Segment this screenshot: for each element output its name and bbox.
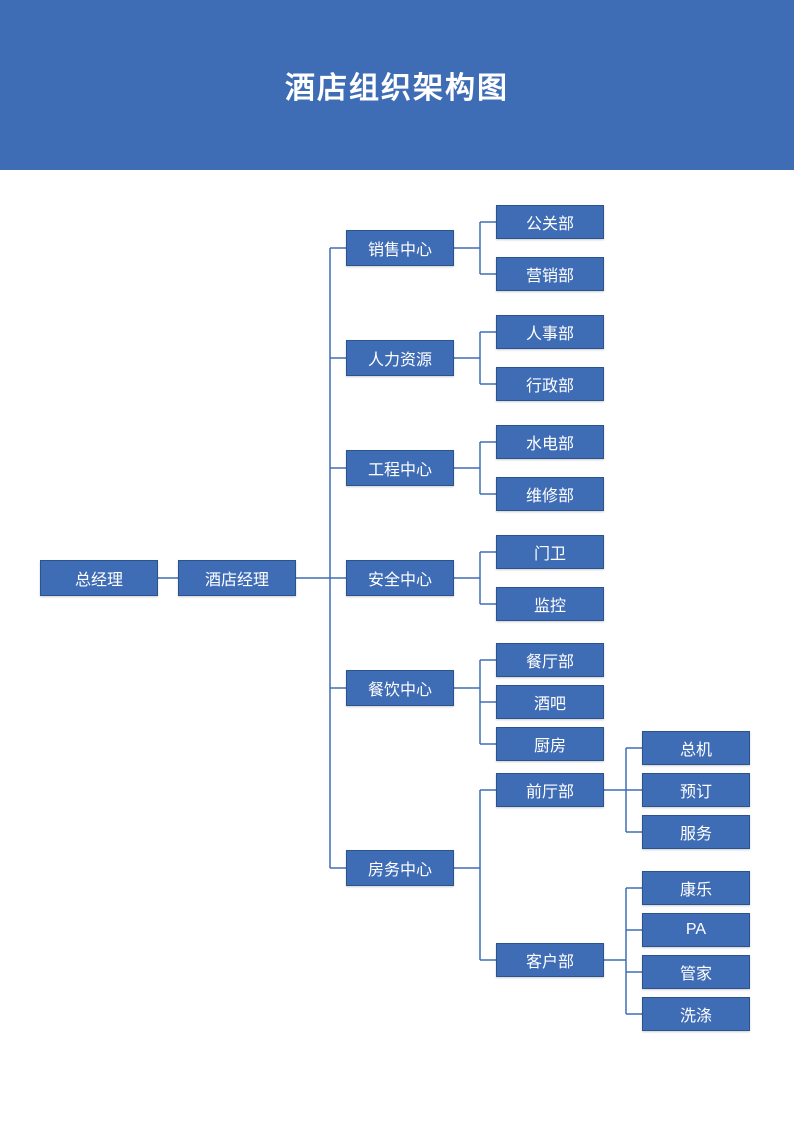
node-guard: 门卫 bbox=[496, 535, 604, 569]
node-mkt: 营销部 bbox=[496, 257, 604, 291]
org-chart-canvas: 总经理 酒店经理 销售中心 人力资源 工程中心 安全中心 餐饮中心 房务中心 公… bbox=[0, 170, 794, 1123]
page-header: 酒店组织架构图 bbox=[0, 0, 794, 170]
node-gm: 总经理 bbox=[40, 560, 158, 596]
node-laundry: 洗涤 bbox=[642, 997, 750, 1031]
node-pa: PA bbox=[642, 913, 750, 947]
node-hr-center: 人力资源 bbox=[346, 340, 454, 376]
node-sales-center: 销售中心 bbox=[346, 230, 454, 266]
node-restaurant: 餐厅部 bbox=[496, 643, 604, 677]
node-eng-center: 工程中心 bbox=[346, 450, 454, 486]
node-safety-center: 安全中心 bbox=[346, 560, 454, 596]
node-front-office: 前厅部 bbox=[496, 773, 604, 807]
node-butler: 管家 bbox=[642, 955, 750, 989]
node-rooms-center: 房务中心 bbox=[346, 850, 454, 886]
node-cctv: 监控 bbox=[496, 587, 604, 621]
node-recreation: 康乐 bbox=[642, 871, 750, 905]
node-fb-center: 餐饮中心 bbox=[346, 670, 454, 706]
page-title: 酒店组织架构图 bbox=[285, 63, 509, 107]
node-utilities: 水电部 bbox=[496, 425, 604, 459]
node-pr: 公关部 bbox=[496, 205, 604, 239]
node-hotel-manager: 酒店经理 bbox=[178, 560, 296, 596]
node-reservation: 预订 bbox=[642, 773, 750, 807]
node-maintenance: 维修部 bbox=[496, 477, 604, 511]
node-service: 服务 bbox=[642, 815, 750, 849]
node-bar: 酒吧 bbox=[496, 685, 604, 719]
node-customer: 客户部 bbox=[496, 943, 604, 977]
node-kitchen: 厨房 bbox=[496, 727, 604, 761]
node-admin: 行政部 bbox=[496, 367, 604, 401]
node-switchboard: 总机 bbox=[642, 731, 750, 765]
node-personnel: 人事部 bbox=[496, 315, 604, 349]
